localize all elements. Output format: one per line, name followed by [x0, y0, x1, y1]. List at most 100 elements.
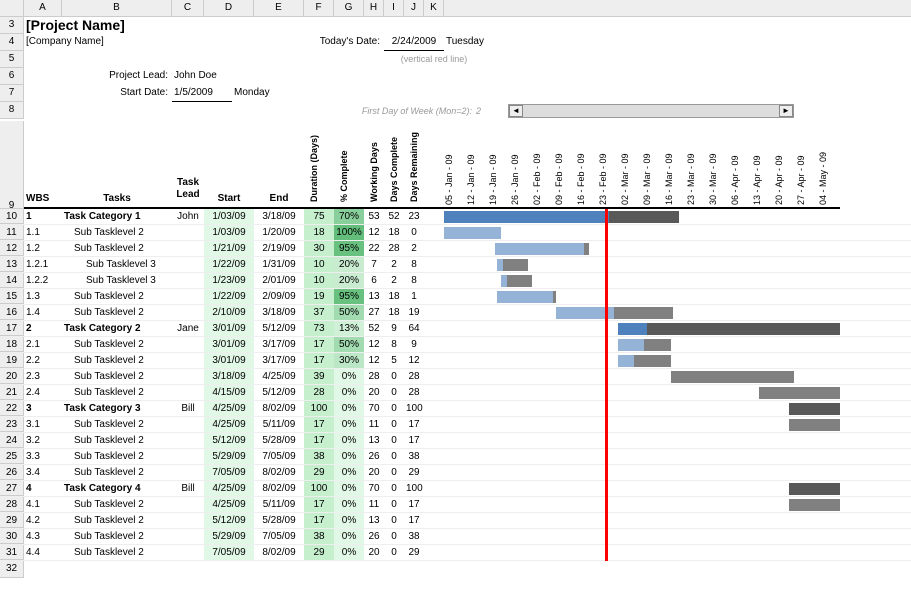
duration-cell[interactable]: 73	[304, 321, 334, 336]
working-days-cell[interactable]: 11	[364, 497, 384, 512]
pct-cell[interactable]: 0%	[334, 465, 364, 480]
days-complete-cell[interactable]: 0	[384, 449, 404, 464]
spacer-cell[interactable]	[424, 321, 444, 336]
task-cell[interactable]: Sub Tasklevel 2	[62, 417, 172, 432]
row-header[interactable]: 25	[0, 449, 24, 464]
wbs-cell[interactable]: 3.3	[24, 449, 62, 464]
gantt-bar-remaining[interactable]	[759, 387, 840, 399]
date-header[interactable]: 12 - Jan - 09	[466, 122, 488, 207]
row-header[interactable]: 21	[0, 385, 24, 400]
days-complete-cell[interactable]: 0	[384, 433, 404, 448]
end-cell[interactable]: 1/20/09	[254, 225, 304, 240]
end-cell[interactable]: 8/02/09	[254, 545, 304, 560]
date-header[interactable]: 09 - Mar - 09	[642, 122, 664, 207]
wbs-cell[interactable]: 3	[24, 401, 62, 416]
row-header[interactable]: 20	[0, 369, 24, 384]
days-remaining-cell[interactable]: 38	[404, 529, 424, 544]
end-cell[interactable]: 5/28/09	[254, 513, 304, 528]
date-header[interactable]: 27 - Apr - 09	[796, 122, 818, 207]
days-remaining-cell[interactable]: 28	[404, 369, 424, 384]
col-start[interactable]: Start	[204, 119, 254, 209]
date-header[interactable]: 23 - Feb - 09	[598, 122, 620, 207]
task-cell[interactable]: Task Category 2	[62, 321, 172, 336]
row-header[interactable]: 23	[0, 417, 24, 432]
working-days-cell[interactable]: 12	[364, 353, 384, 368]
pct-cell[interactable]: 0%	[334, 513, 364, 528]
days-complete-cell[interactable]: 52	[384, 209, 404, 224]
duration-cell[interactable]: 17	[304, 513, 334, 528]
end-cell[interactable]: 3/17/09	[254, 353, 304, 368]
pct-cell[interactable]: 0%	[334, 545, 364, 560]
row-header[interactable]: 28	[0, 497, 24, 512]
pct-cell[interactable]: 0%	[334, 433, 364, 448]
col-header-B[interactable]: B	[62, 0, 172, 16]
working-days-cell[interactable]: 27	[364, 305, 384, 320]
scroll-right-icon[interactable]: ►	[779, 105, 793, 117]
lead-cell[interactable]: Bill	[172, 401, 204, 416]
date-header[interactable]: 06 - Apr - 09	[730, 122, 752, 207]
end-cell[interactable]: 8/02/09	[254, 401, 304, 416]
row-header[interactable]: 31	[0, 545, 24, 560]
start-cell[interactable]: 3/01/09	[204, 353, 254, 368]
start-cell[interactable]: 5/12/09	[204, 513, 254, 528]
lead-cell[interactable]	[172, 305, 204, 320]
duration-cell[interactable]: 10	[304, 273, 334, 288]
end-cell[interactable]: 5/11/09	[254, 417, 304, 432]
col-working[interactable]: Working Days	[366, 119, 382, 204]
spacer-cell[interactable]	[424, 209, 444, 224]
working-days-cell[interactable]: 53	[364, 209, 384, 224]
spacer-cell[interactable]	[424, 481, 444, 496]
gantt-bar-complete[interactable]	[444, 211, 609, 223]
start-cell[interactable]: 5/12/09	[204, 433, 254, 448]
date-header[interactable]: 16 - Mar - 09	[664, 122, 686, 207]
date-header[interactable]: 19 - Jan - 09	[488, 122, 510, 207]
working-days-cell[interactable]: 13	[364, 289, 384, 304]
end-cell[interactable]: 5/12/09	[254, 385, 304, 400]
end-cell[interactable]: 2/01/09	[254, 273, 304, 288]
row-header[interactable]: 19	[0, 353, 24, 368]
task-cell[interactable]: Sub Tasklevel 2	[62, 497, 172, 512]
task-cell[interactable]: Sub Tasklevel 2	[62, 225, 172, 240]
row-header[interactable]: 13	[0, 257, 24, 272]
days-complete-cell[interactable]: 0	[384, 369, 404, 384]
start-cell[interactable]: 1/22/09	[204, 257, 254, 272]
end-cell[interactable]: 8/02/09	[254, 465, 304, 480]
task-cell[interactable]: Sub Tasklevel 3	[62, 257, 172, 272]
start-cell[interactable]: 4/25/09	[204, 401, 254, 416]
task-cell[interactable]: Sub Tasklevel 2	[62, 385, 172, 400]
days-remaining-cell[interactable]: 9	[404, 337, 424, 352]
days-complete-cell[interactable]: 18	[384, 305, 404, 320]
end-cell[interactable]: 3/18/09	[254, 209, 304, 224]
lead-cell[interactable]	[172, 513, 204, 528]
spacer-cell[interactable]	[424, 257, 444, 272]
col-remaining[interactable]: Days Remaining	[406, 119, 422, 204]
end-cell[interactable]: 2/19/09	[254, 241, 304, 256]
task-cell[interactable]: Sub Tasklevel 2	[62, 449, 172, 464]
wbs-cell[interactable]: 2.4	[24, 385, 62, 400]
row-header[interactable]: 22	[0, 401, 24, 416]
spacer-cell[interactable]	[424, 353, 444, 368]
pct-cell[interactable]: 70%	[334, 209, 364, 224]
days-complete-cell[interactable]: 0	[384, 465, 404, 480]
start-cell[interactable]: 4/25/09	[204, 417, 254, 432]
duration-cell[interactable]: 18	[304, 225, 334, 240]
col-header-G[interactable]: G	[334, 0, 364, 16]
gantt-bar-complete[interactable]	[618, 323, 647, 335]
gantt-bar-complete[interactable]	[497, 291, 553, 303]
pct-cell[interactable]: 0%	[334, 401, 364, 416]
date-header[interactable]: 30 - Mar - 09	[708, 122, 730, 207]
end-cell[interactable]: 8/02/09	[254, 481, 304, 496]
spacer-cell[interactable]	[424, 337, 444, 352]
scroll-left-icon[interactable]: ◄	[509, 105, 523, 117]
days-remaining-cell[interactable]: 1	[404, 289, 424, 304]
gantt-bar-complete[interactable]	[618, 355, 634, 367]
col-header-F[interactable]: F	[304, 0, 334, 16]
lead-cell[interactable]: Jane	[172, 321, 204, 336]
row-header[interactable]: 17	[0, 321, 24, 336]
spacer-cell[interactable]	[424, 369, 444, 384]
spacer-cell[interactable]	[424, 385, 444, 400]
gantt-bar-remaining[interactable]	[789, 403, 840, 415]
row-header[interactable]: 18	[0, 337, 24, 352]
working-days-cell[interactable]: 70	[364, 481, 384, 496]
days-remaining-cell[interactable]: 29	[404, 465, 424, 480]
